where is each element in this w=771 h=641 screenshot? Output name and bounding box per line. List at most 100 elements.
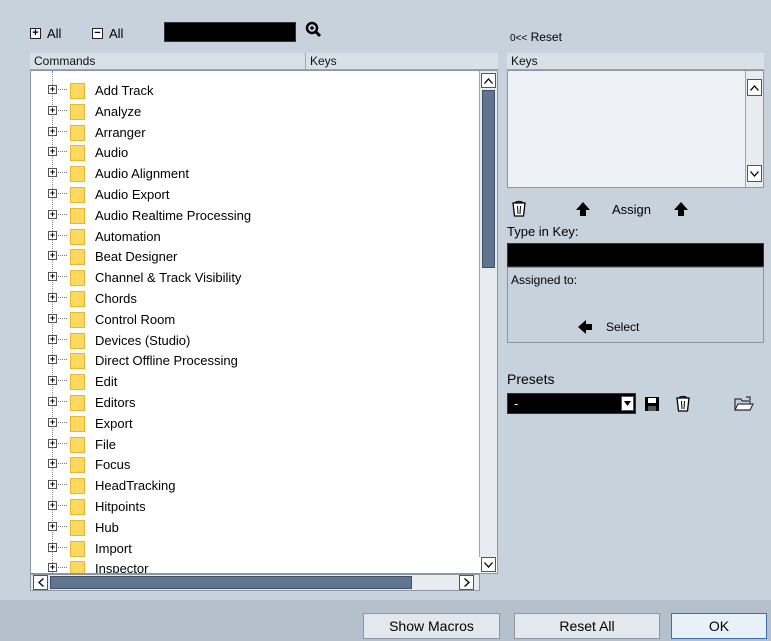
expand-toggle-icon[interactable]: + (48, 521, 57, 531)
folder-icon (70, 270, 85, 287)
expand-toggle-icon[interactable]: + (48, 334, 57, 344)
scroll-thumb-horizontal[interactable] (50, 576, 412, 589)
keys-scroll-down-button[interactable] (747, 165, 762, 182)
tree-item[interactable]: + Add Track (31, 80, 471, 101)
tree-connector (58, 130, 67, 132)
tree-item[interactable]: + File (31, 434, 471, 455)
select-button[interactable]: Select (578, 320, 639, 334)
expand-toggle-icon[interactable]: + (48, 105, 57, 115)
reset-button[interactable]: 0<< Reset (510, 30, 562, 44)
tree-item[interactable]: + Devices (Studio) (31, 330, 471, 351)
tree-item[interactable]: + Channel & Track Visibility (31, 267, 471, 288)
expand-toggle-icon[interactable]: + (48, 542, 57, 552)
tree-connector (58, 463, 67, 465)
expand-toggle-icon[interactable]: + (48, 376, 57, 386)
expand-toggle-icon[interactable]: + (48, 147, 57, 157)
tree-item[interactable]: + Audio Alignment (31, 163, 471, 184)
show-macros-button[interactable]: Show Macros (363, 613, 500, 639)
tree-item[interactable]: + Inspector (31, 558, 471, 573)
tree-item[interactable]: + Editors (31, 392, 471, 413)
ok-button[interactable]: OK (671, 613, 767, 639)
tree-connector (58, 109, 67, 111)
expand-toggle-icon[interactable]: + (48, 417, 57, 427)
commands-column-header[interactable]: Commands (30, 53, 306, 70)
expand-icon: + (30, 28, 41, 39)
expand-all-button[interactable]: + All (30, 26, 61, 41)
tree-item[interactable]: + Direct Offline Processing (31, 350, 471, 371)
save-preset-button[interactable] (644, 396, 660, 412)
tree-connector (58, 421, 67, 423)
scroll-down-button[interactable] (481, 557, 496, 572)
expand-toggle-icon[interactable]: + (48, 355, 57, 365)
type-in-key-field[interactable] (507, 243, 764, 267)
assign-button[interactable]: Assign (612, 202, 651, 217)
presets-dropdown[interactable]: - (507, 393, 636, 414)
folder-icon (70, 561, 85, 573)
tree-item-label: File (95, 436, 116, 452)
import-preset-button[interactable] (734, 396, 754, 412)
tree-connector (58, 193, 67, 194)
folder-icon (70, 249, 85, 266)
expand-toggle-icon[interactable]: + (48, 230, 57, 240)
tree-item[interactable]: + Import (31, 538, 471, 559)
search-input[interactable] (164, 22, 296, 42)
expand-toggle-icon[interactable]: + (48, 459, 57, 469)
tree-item[interactable]: + Hub (31, 517, 471, 538)
tree-item-label: Automation (95, 228, 161, 244)
tree-item[interactable]: + Automation (31, 226, 471, 247)
scroll-thumb-vertical[interactable] (482, 90, 495, 268)
tree-item[interactable]: + Hitpoints (31, 496, 471, 517)
folder-icon (70, 83, 85, 99)
dropdown-toggle[interactable] (621, 396, 634, 411)
expand-toggle-icon[interactable]: + (48, 313, 57, 323)
expand-toggle-icon[interactable]: + (48, 501, 57, 510)
tree-item[interactable]: + Edit (31, 371, 471, 392)
scroll-right-button[interactable] (459, 575, 474, 590)
tree-item-label: Devices (Studio) (95, 332, 191, 348)
tree-connector (58, 234, 67, 236)
tree-item[interactable]: + Audio Export (31, 184, 471, 205)
tree-item[interactable]: + Arranger (31, 122, 471, 143)
search-button[interactable] (305, 21, 329, 41)
expand-toggle-icon[interactable]: + (48, 397, 57, 406)
keys-scroll-up-button[interactable] (747, 79, 762, 96)
chevron-right-icon (463, 578, 470, 587)
tree-item[interactable]: + Audio (31, 142, 471, 163)
tree-item[interactable]: + Chords (31, 288, 471, 309)
commands-tree[interactable]: + Add Track + Analyze + Arranger + Audio + Audio … (30, 70, 498, 574)
tree-item[interactable]: + Focus (31, 454, 471, 475)
expand-toggle-icon[interactable]: + (48, 85, 57, 94)
tree-item[interactable]: + Audio Realtime Processing (31, 205, 471, 226)
tree-item[interactable]: + Beat Designer (31, 246, 471, 267)
keys-list-scrollbar[interactable] (745, 71, 763, 187)
expand-toggle-icon[interactable]: + (48, 189, 57, 198)
keys-list[interactable] (507, 70, 764, 188)
tree-item[interactable]: + Export (31, 413, 471, 434)
expand-toggle-icon[interactable]: + (48, 251, 57, 261)
scroll-up-button[interactable] (481, 73, 496, 88)
expand-toggle-icon[interactable]: + (48, 293, 57, 302)
collapse-all-button[interactable]: − All (92, 26, 123, 41)
tree-item-label: HeadTracking (95, 478, 176, 494)
expand-toggle-icon[interactable]: + (48, 209, 57, 219)
tree-horizontal-scrollbar[interactable] (30, 574, 480, 591)
delete-preset-button[interactable] (675, 395, 691, 413)
tree-item[interactable]: + HeadTracking (31, 475, 471, 496)
expand-toggle-icon[interactable]: + (48, 480, 57, 490)
chevron-down-icon (484, 561, 493, 568)
chevron-down-icon (624, 401, 631, 406)
expand-toggle-icon[interactable]: + (48, 563, 57, 573)
keys-column-header[interactable]: Keys (306, 53, 498, 70)
scroll-left-button[interactable] (33, 575, 48, 590)
expand-toggle-icon[interactable]: + (48, 272, 57, 282)
tree-vertical-scrollbar[interactable] (479, 71, 497, 572)
reset-all-button[interactable]: Reset All (514, 613, 660, 639)
tree-item[interactable]: + Control Room (31, 309, 471, 330)
expand-toggle-icon[interactable]: + (48, 438, 57, 448)
chevron-left-icon (37, 578, 44, 587)
expand-toggle-icon[interactable]: + (48, 126, 57, 136)
expand-toggle-icon[interactable]: + (48, 168, 57, 178)
tree-item[interactable]: + Analyze (31, 101, 471, 122)
remove-key-button[interactable] (511, 200, 529, 218)
tree-connector (58, 297, 67, 298)
